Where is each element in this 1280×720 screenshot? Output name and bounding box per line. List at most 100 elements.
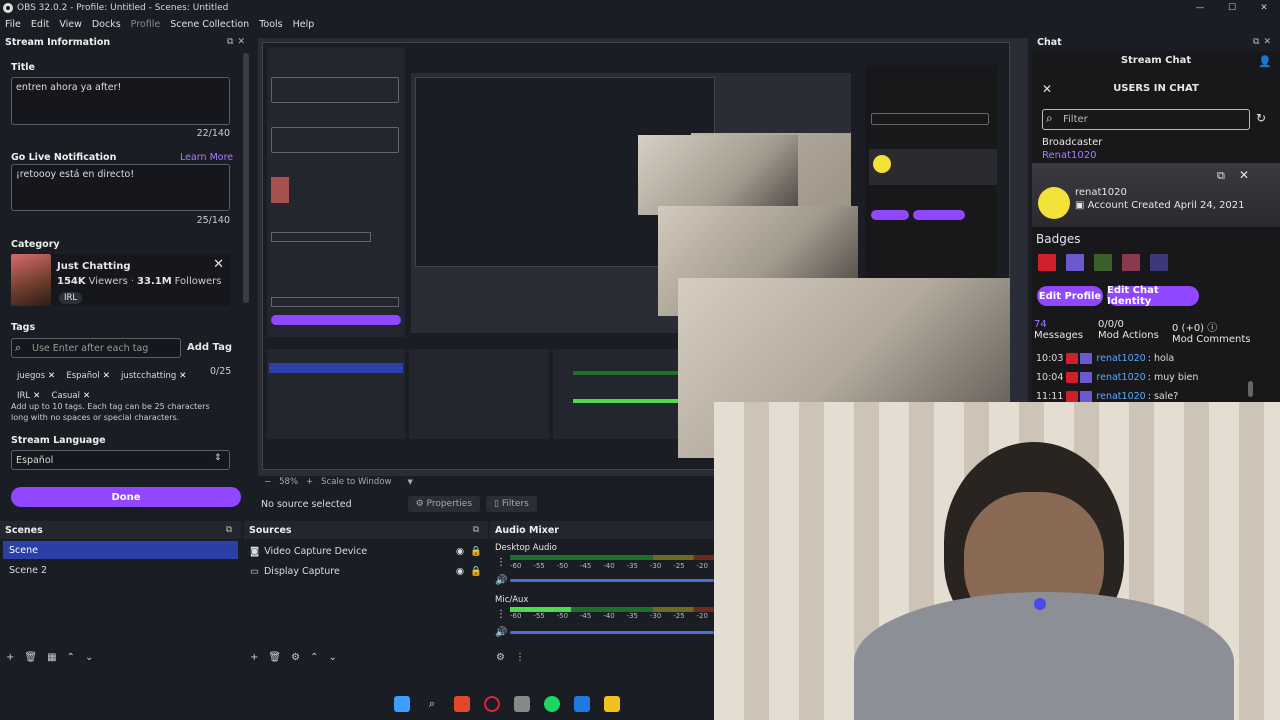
info-icon[interactable]: ⓘ [1207,323,1217,334]
tag-chip[interactable]: Español ✕ [66,367,109,386]
popout-icon[interactable]: ⧉ [1217,169,1225,183]
maximize-button[interactable]: ☐ [1216,0,1248,16]
message-user[interactable]: renat1020 [1096,391,1145,402]
meter-tick: -35 [626,612,638,620]
subscriber-badge-icon [1080,391,1093,402]
chat-message[interactable]: 10:03 renat1020: hola [1032,349,1254,368]
add-tag-button[interactable]: Add Tag [187,342,232,353]
chat-message[interactable]: 10:04 renat1020: muy bien [1032,368,1254,387]
message-user[interactable]: renat1020 [1096,353,1145,364]
chevron-down-icon[interactable]: ⌄ [85,652,93,663]
subscriber-badge-icon[interactable] [1066,254,1084,271]
close-button[interactable]: ✕ [1248,0,1280,16]
filter-icon[interactable]: ▦ [47,652,56,663]
menu-profile[interactable]: Profile [126,19,166,30]
title-input[interactable]: entren ahora ya after! [11,77,230,125]
float-icon[interactable]: ⧉ [227,37,237,47]
stream-chat-title: Stream Chat [1120,55,1192,66]
remove-tag-icon[interactable]: ✕ [103,367,110,386]
trash-icon[interactable]: 🗑 [24,652,37,663]
mail-icon[interactable] [574,696,590,712]
add-icon[interactable]: + [250,652,258,663]
search-icon[interactable]: ⌕ [424,696,440,712]
edit-chat-identity-button[interactable]: Edit Chat Identity [1107,285,1199,307]
done-button[interactable]: Done [11,487,241,507]
windows-start-icon[interactable] [394,696,410,712]
volume-slider[interactable] [510,579,714,582]
calendar-badge-icon[interactable] [1150,254,1168,271]
menu-file[interactable]: File [0,19,26,30]
chevron-up-icon[interactable]: ⌃ [67,652,75,663]
menu-scene-collection[interactable]: Scene Collection [165,19,254,30]
edit-profile-button[interactable]: Edit Profile [1037,286,1103,306]
search-icon: ⌕ [15,341,22,354]
properties-button[interactable]: ⚙ Properties [407,496,481,512]
more-options-icon[interactable]: ⋮ [496,609,506,620]
close-card-icon[interactable]: ✕ [1239,168,1249,182]
chevron-up-icon[interactable]: ⌃ [310,652,318,663]
lock-icon[interactable]: 🔒 [470,546,482,557]
scene-item[interactable]: Scene 2 [3,561,238,579]
chevron-down-icon[interactable]: ⌄ [328,652,336,663]
volume-slider[interactable] [510,631,714,634]
scene-item[interactable]: Scene [3,541,238,559]
brave-browser-icon[interactable] [454,696,470,712]
chat-scrollbar[interactable] [1248,381,1253,397]
broadcaster-badge-icon[interactable] [1038,254,1056,271]
remove-tag-icon[interactable]: ✕ [48,367,55,386]
menu-help[interactable]: Help [288,19,320,30]
filter-input[interactable]: Filter [1042,109,1250,130]
refresh-icon[interactable]: ↻ [1256,111,1266,125]
lock-icon[interactable]: 🔒 [470,566,482,577]
tag-chip[interactable]: justcchatting ✕ [121,367,186,386]
opera-browser-icon[interactable] [484,696,500,712]
cross-badge-icon[interactable] [1122,254,1140,271]
notification-input[interactable]: ¡retoooy está en directo! [11,164,230,211]
scrollbar[interactable] [243,53,249,303]
zoom-out-icon[interactable]: − [264,477,271,487]
dock-controls[interactable]: ⧉ [473,525,483,535]
more-options-icon[interactable]: ⋮ [496,557,506,568]
remove-tag-icon[interactable]: ✕ [179,367,186,386]
spotify-icon[interactable] [544,696,560,712]
meter-tick: -20 [696,612,708,620]
menu-edit[interactable]: Edit [26,19,54,30]
broadcaster-name[interactable]: Renat1020 [1042,150,1097,161]
language-select[interactable]: Español [11,450,230,470]
message-user[interactable]: renat1020 [1096,372,1145,383]
remove-category-icon[interactable]: ✕ [213,257,224,272]
tag-chip[interactable]: juegos ✕ [17,367,55,386]
scale-mode[interactable]: Scale to Window [321,477,391,487]
eye-icon[interactable]: ◉ [456,546,464,557]
advanced-audio-icon[interactable]: ⚙ [496,652,505,663]
chevron-down-icon[interactable]: ▼ [407,478,412,486]
folder-icon[interactable] [604,696,620,712]
menu-docks[interactable]: Docks [87,19,126,30]
zoom-in-icon[interactable]: + [306,477,313,487]
dock-controls[interactable]: ⧉ [226,525,236,535]
app-icon[interactable] [514,696,530,712]
gear-icon[interactable]: ⚙ [291,652,300,663]
message-text: muy bien [1153,372,1199,383]
broadcaster-badge-icon [1066,372,1079,383]
source-item[interactable]: ▭ Display Capture ◉ 🔒 [244,562,488,580]
tags-input[interactable]: Use Enter after each tag [11,338,181,358]
learn-more-link[interactable]: Learn More [180,152,233,163]
speaker-icon[interactable]: 🔊 [495,627,507,638]
trash-icon[interactable]: 🗑 [268,652,281,663]
minimize-button[interactable]: — [1184,0,1216,16]
card-username: renat1020 [1075,187,1127,198]
eye-icon[interactable]: ◉ [456,566,464,577]
menu-tools[interactable]: Tools [254,19,287,30]
menu-view[interactable]: View [54,19,87,30]
dock-controls[interactable]: ⧉✕ [1253,37,1275,47]
source-item[interactable]: ◙ Video Capture Device ◉ 🔒 [244,542,488,560]
close-dock-icon[interactable]: ✕ [237,37,249,47]
obs-logo-icon [3,3,13,13]
x-badge-icon[interactable] [1094,254,1112,271]
more-options-icon[interactable]: ⋮ [515,652,525,663]
users-icon[interactable]: 👤 [1258,55,1272,68]
add-icon[interactable]: + [6,652,14,663]
filters-button[interactable]: ▯ Filters [486,496,537,512]
speaker-icon[interactable]: 🔊 [495,575,507,586]
